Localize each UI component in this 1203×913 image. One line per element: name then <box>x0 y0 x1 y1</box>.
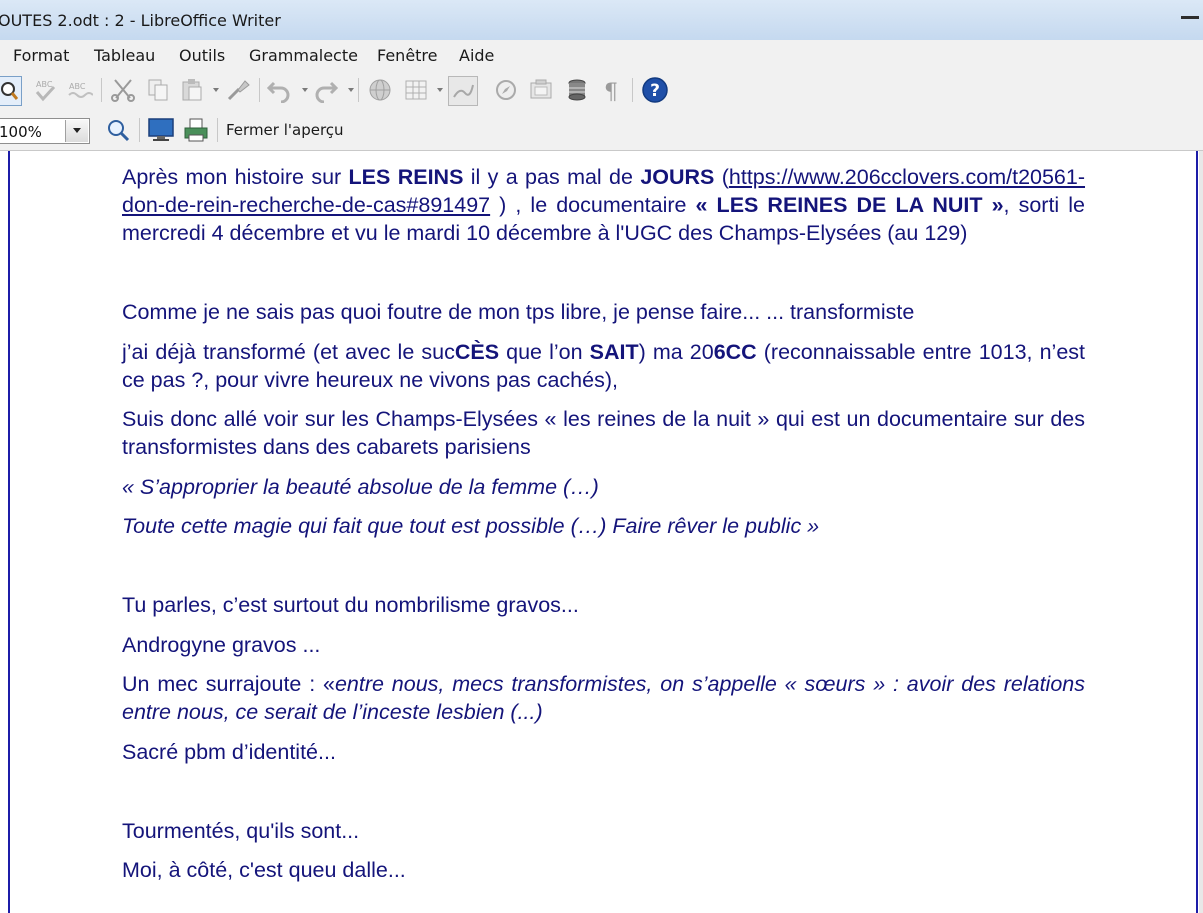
menu-format[interactable]: Format <box>13 46 69 65</box>
paragraph-6: Toute cette magie qui fait que tout est … <box>122 514 820 538</box>
navigator-icon <box>496 80 516 100</box>
toolbar-separator <box>632 78 633 102</box>
svg-text:?: ? <box>650 81 660 101</box>
table-icon <box>405 80 427 100</box>
zoom-dropdown-button[interactable] <box>65 120 88 142</box>
paragraph-12: Moi, à côté, c'est queu dalle... <box>122 858 406 882</box>
copy-button[interactable] <box>144 76 172 104</box>
full-screen-button[interactable] <box>147 116 175 144</box>
cut-icon <box>111 79 135 102</box>
svg-text:ABC: ABC <box>69 82 86 91</box>
paragraph-3: j’ai déjà transformé (et avec le sucCÈS … <box>122 339 1085 392</box>
print-preview-button[interactable] <box>0 76 22 106</box>
paragraph-10: Sacré pbm d’identité... <box>122 739 336 764</box>
menu-outils[interactable]: Outils <box>179 46 225 65</box>
zoom-button[interactable] <box>104 116 132 144</box>
navigator-button[interactable] <box>492 76 520 104</box>
undo-button[interactable] <box>265 76 293 104</box>
minimize-button[interactable] <box>1173 10 1203 24</box>
paragraph-4: Suis donc allé voir sur les Champs-Elysé… <box>122 407 1085 459</box>
paragraph-2: Comme je ne sais pas quoi foutre de mon … <box>122 300 915 324</box>
paste-dropdown-arrow[interactable] <box>213 88 219 92</box>
spellcheck-icon: ABC <box>35 80 56 102</box>
paste-icon <box>182 79 202 101</box>
window-title: OUTES 2.odt : 2 - LibreOffice Writer <box>0 11 281 30</box>
standard-toolbar: ABC ABC ¶ ? <box>0 70 1203 110</box>
show-draw-functions-icon <box>453 84 474 98</box>
menu-grammalecte[interactable]: Grammalecte <box>249 46 358 65</box>
print-preview-toolbar: 100% Fermer l'aperçu <box>0 110 1203 151</box>
cut-button[interactable] <box>109 76 137 104</box>
empty-line <box>122 552 1085 580</box>
paragraph-1: Après mon histoire sur LES REINS il y a … <box>122 165 1086 245</box>
auto-spellcheck-icon: ABC <box>68 82 93 98</box>
title-bar: OUTES 2.odt : 2 - LibreOffice Writer <box>0 0 1203 41</box>
data-sources-icon <box>568 79 586 101</box>
paragraph-5: « S’approprier la beauté absolue de la f… <box>122 474 599 499</box>
menu-tableau[interactable]: Tableau <box>94 46 155 65</box>
paragraph-8: Androgyne gravos ... <box>122 632 321 657</box>
gallery-icon <box>530 79 552 99</box>
paragraph-9: Un mec surrajoute : «entre nous, mecs tr… <box>122 672 1085 724</box>
spellcheck-button[interactable]: ABC <box>31 76 59 104</box>
zoom-select[interactable]: 100% <box>0 118 90 144</box>
formatting-marks-button[interactable]: ¶ <box>598 76 626 104</box>
help-icon: ? <box>642 77 668 103</box>
hyperlink-button[interactable] <box>366 76 394 104</box>
clone-formatting-button[interactable] <box>224 76 252 104</box>
show-draw-functions-button[interactable] <box>448 76 478 106</box>
empty-line <box>122 259 1085 287</box>
toolbar-separator <box>259 78 260 102</box>
menu-aide[interactable]: Aide <box>459 46 494 65</box>
gallery-button[interactable] <box>527 76 555 104</box>
paragraph-7: Tu parles, c’est surtout du nombrilisme … <box>122 593 579 617</box>
toolbar-separator <box>358 78 359 102</box>
paste-button[interactable] <box>178 76 206 104</box>
hyperlink-icon <box>369 79 391 101</box>
zoom-icon <box>108 120 130 142</box>
formatting-marks-icon: ¶ <box>604 80 618 103</box>
insert-table-button[interactable] <box>402 76 430 104</box>
chevron-down-icon <box>73 128 81 133</box>
redo-button[interactable] <box>312 76 340 104</box>
toolbar-separator <box>217 118 218 142</box>
monitor-icon <box>148 118 174 141</box>
document-page: Après mon histoire sur LES REINS il y a … <box>122 163 1085 896</box>
data-sources-button[interactable] <box>563 76 591 104</box>
undo-icon <box>266 81 290 103</box>
undo-dropdown-arrow[interactable] <box>302 88 308 92</box>
redo-dropdown-arrow[interactable] <box>348 88 354 92</box>
menu-fenetre[interactable]: Fenêtre <box>377 46 438 65</box>
toolbar-separator <box>139 118 140 142</box>
table-dropdown-arrow[interactable] <box>437 88 443 92</box>
scrollbar[interactable] <box>1199 151 1203 913</box>
print-preview-icon <box>1 82 18 100</box>
paragraph-11: Tourmentés, qu'ils sont... <box>122 818 360 843</box>
minimize-icon <box>1181 16 1199 19</box>
zoom-value: 100% <box>0 123 42 141</box>
svg-text:ABC: ABC <box>36 80 53 89</box>
svg-text:¶: ¶ <box>604 80 618 103</box>
help-button[interactable]: ? <box>641 76 669 104</box>
menu-bar: Format Tableau Outils Grammalecte Fenêtr… <box>0 40 1203 70</box>
toolbar-separator <box>101 78 102 102</box>
page-border-right <box>1196 151 1198 913</box>
redo-icon <box>315 81 339 103</box>
clone-formatting-icon <box>227 80 250 101</box>
print-button[interactable] <box>182 116 210 144</box>
close-preview-button[interactable]: Fermer l'aperçu <box>226 121 344 139</box>
printer-icon <box>184 118 208 142</box>
copy-icon <box>148 79 168 101</box>
page-border-left <box>8 151 10 913</box>
empty-line <box>122 777 1085 805</box>
auto-spellcheck-button[interactable]: ABC <box>66 76 94 104</box>
